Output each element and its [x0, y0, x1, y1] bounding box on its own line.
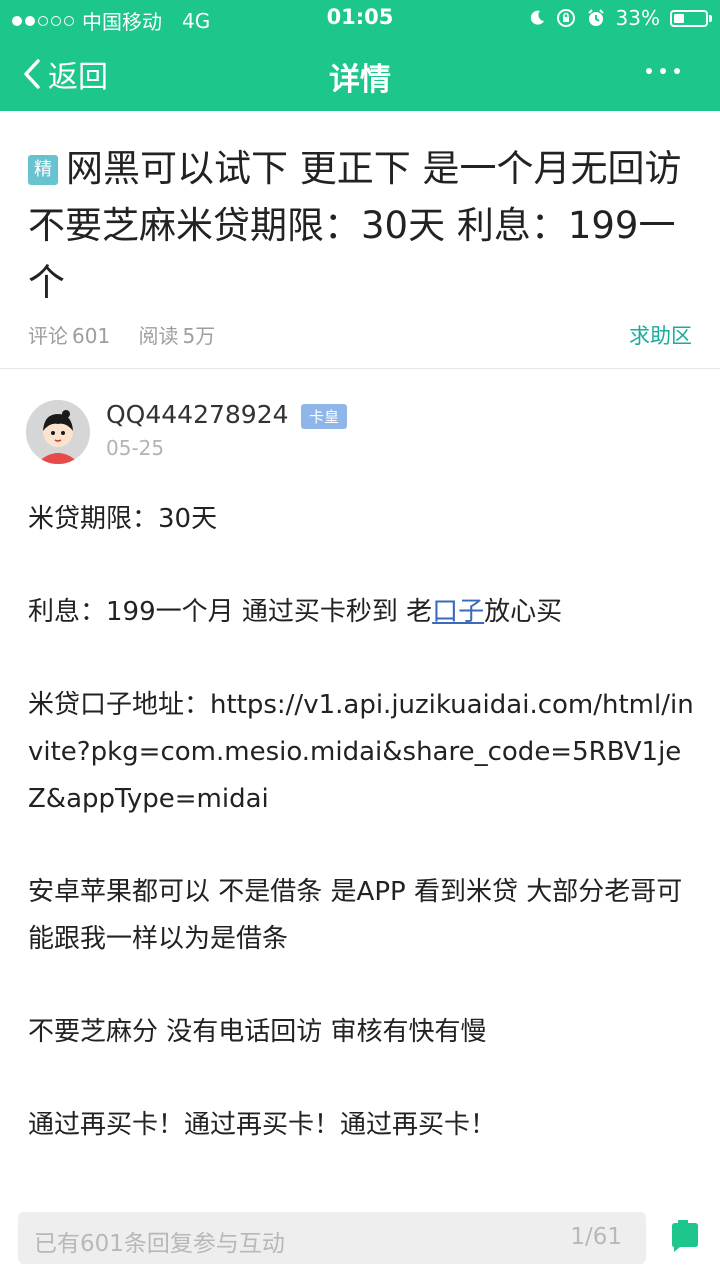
- post-title-section: 精网黑可以试下 更正下 是一个月无回访不要芝麻米贷期限：30天 利息：199一个: [28, 140, 692, 311]
- avatar-icon: [26, 400, 90, 464]
- status-right: 33%: [528, 6, 712, 30]
- author-info: QQ444278924 卡皇 05-25: [26, 400, 694, 464]
- body-paragraph: 通过再买卡！通过再买卡！通过再买卡！: [28, 1110, 497, 1140]
- comment-stat-count: 601: [72, 324, 111, 348]
- page-title: 详情: [329, 62, 391, 98]
- rank-badge: 卡皇: [301, 404, 348, 429]
- post-title-text: 网黑可以试下 更正下 是一个月无回访不要芝麻米贷期限：30天 利息：199一个: [28, 147, 682, 304]
- battery-percent: 33%: [615, 6, 660, 30]
- reply-placeholder: 已有601条回复参与互动: [34, 1231, 285, 1257]
- battery-icon: [670, 9, 712, 27]
- body-paragraph: 利息：199一个月 通过买卡秒到 老口子放心买: [28, 589, 694, 636]
- featured-badge: 精: [28, 155, 58, 185]
- app-header: 中国移动 4G 01:05 33% 返回 详情: [0, 0, 720, 111]
- comment-icon[interactable]: [668, 1220, 702, 1254]
- more-dots-icon[interactable]: [646, 68, 680, 74]
- body-paragraph: 米贷期限：30天: [28, 504, 218, 534]
- view-stat: 阅读 5万: [139, 324, 216, 348]
- post-meta: 评论 601 阅读 5万 求助区: [28, 320, 692, 350]
- comment-stat-label: 评论: [28, 324, 68, 348]
- avatar[interactable]: [26, 400, 90, 464]
- inline-link[interactable]: 口子: [432, 597, 484, 627]
- section-link[interactable]: 求助区: [629, 320, 692, 350]
- rotation-lock-icon: [556, 9, 575, 27]
- body-paragraph: 不要芝麻分 没有电话回访 审核有快有慢: [28, 1017, 487, 1047]
- body-text: 利息：199一个月 通过买卡秒到 老: [28, 597, 433, 627]
- comment-stat: 评论 601: [28, 324, 110, 348]
- body-text: 放心买: [484, 597, 563, 627]
- body-paragraph: 米贷口子地址：https://v1.api.juzikuaidai.com/ht…: [28, 690, 694, 814]
- post-body: 米贷期限：30天 利息：199一个月 通过买卡秒到 老口子放心买 米贷口子地址：…: [28, 496, 694, 1195]
- divider: [0, 368, 720, 369]
- view-stat-label: 阅读: [138, 324, 179, 348]
- body-paragraph: 安卓苹果都可以 不是借条 是APP 看到米贷 大部分老哥可能跟我一样以为是借条: [28, 877, 683, 954]
- view-stat-count: 5万: [182, 324, 216, 348]
- status-bar: 中国移动 4G 01:05 33%: [0, 0, 720, 38]
- reply-page-indicator[interactable]: 1/61: [570, 1224, 622, 1250]
- reply-bar: 已有601条回复参与互动 1/61: [0, 1200, 720, 1280]
- reply-input[interactable]: 已有601条回复参与互动 1/61: [18, 1212, 646, 1264]
- post-date: 05-25: [106, 436, 165, 460]
- moon-icon: [530, 10, 544, 25]
- nav-bar: 返回 详情: [0, 38, 720, 111]
- post-title: 精网黑可以试下 更正下 是一个月无回访不要芝麻米贷期限：30天 利息：199一个: [28, 140, 692, 311]
- alarm-icon: [587, 9, 604, 26]
- author-name[interactable]: QQ444278924: [106, 400, 289, 429]
